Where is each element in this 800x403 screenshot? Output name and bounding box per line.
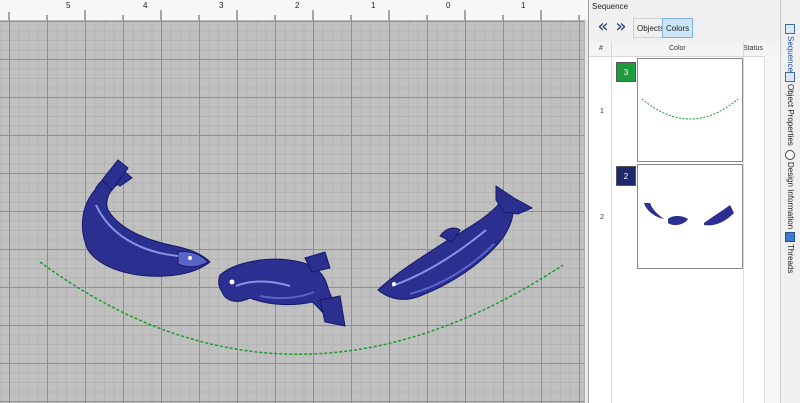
column-divider (743, 42, 744, 403)
double-chevron-left-icon[interactable]: « (595, 18, 611, 38)
panel-title: Sequence (589, 0, 781, 14)
thumbnail-fish (644, 203, 734, 226)
sequence-thumbnail[interactable] (637, 58, 743, 162)
info-icon (785, 150, 795, 160)
sequence-toolbar: « » Objects Colors (589, 14, 781, 42)
sequence-panel: Sequence « » Objects Colors # Color Stat… (588, 0, 781, 403)
embroidery-design (39, 159, 564, 355)
fish-left[interactable] (81, 159, 211, 277)
docker-tab-strip: Sequence Object Properties Design Inform… (780, 0, 800, 403)
object-properties-icon (785, 72, 795, 82)
docker-tab-threads[interactable]: Threads (784, 232, 796, 273)
docker-tab-object-properties[interactable]: Object Properties (784, 72, 796, 146)
color-swatch[interactable]: 3 (616, 62, 636, 82)
double-chevron-right-icon[interactable]: » (613, 18, 629, 38)
column-divider (611, 42, 612, 403)
fish-center[interactable] (218, 251, 346, 327)
row-number: 2 (600, 214, 604, 221)
sequence-scrollbar[interactable] (764, 56, 780, 403)
sequence-icon (785, 24, 795, 34)
thumbnail-arc (641, 98, 739, 120)
docker-tab-design-information[interactable]: Design Information (784, 150, 796, 229)
fish-right[interactable] (377, 185, 534, 300)
column-status: Status (743, 45, 763, 52)
tab-colors[interactable]: Colors (662, 18, 694, 38)
sequence-thumbnail[interactable] (637, 164, 743, 269)
design-canvas[interactable]: 5 4 3 2 1 0 1 (0, 0, 588, 403)
column-number: # (599, 45, 603, 52)
column-color: Color (669, 45, 686, 52)
docker-tab-sequence[interactable]: Sequence (784, 24, 796, 72)
row-number: 1 (600, 108, 604, 115)
threads-icon (785, 232, 795, 242)
column-headers: # Color Status (589, 42, 781, 57)
color-swatch[interactable]: 2 (616, 166, 636, 186)
